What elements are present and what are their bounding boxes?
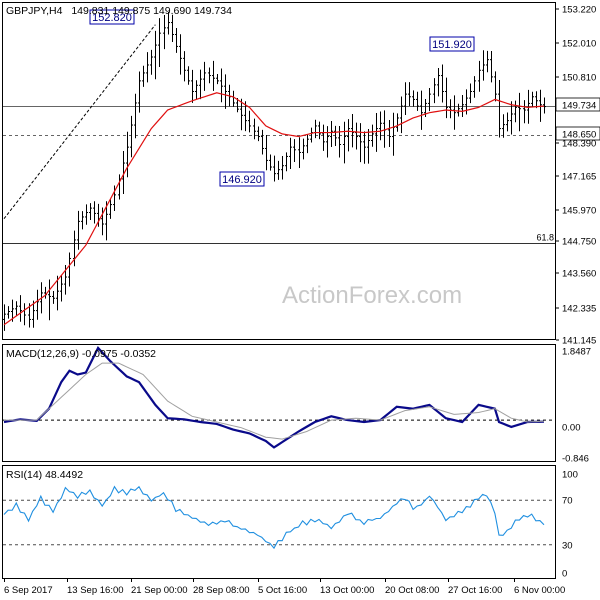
price-y-tick-label: 150.810 — [562, 73, 596, 84]
x-tick-label: 5 Oct 16:00 — [258, 585, 307, 596]
price-y-tick-label: 149.734 — [562, 101, 596, 112]
rsi-y-tick-label: 30 — [562, 541, 573, 552]
price-y-tick-label: 152.010 — [562, 39, 596, 50]
x-tick-label: 13 Oct 00:00 — [320, 585, 374, 596]
ohlc-values: 149.831 149.875 149.690 149.734 — [71, 5, 232, 17]
x-tick-label: 20 Oct 08:00 — [385, 585, 439, 596]
x-tick-label: 27 Oct 16:00 — [448, 585, 502, 596]
price-y-tick-label: 144.750 — [562, 237, 596, 248]
price-y-tick-label: 143.560 — [562, 269, 596, 280]
rsi-title: RSI(14) 48.4492 — [6, 469, 83, 481]
rsi-y-tick-label: 0 — [562, 569, 567, 580]
x-tick-label: 6 Sep 2017 — [4, 585, 53, 596]
macd-y-tick-label: 1.8487 — [562, 347, 591, 358]
forex-chart: ActionForex.com 61.8152.820151.920146.92… — [0, 0, 600, 600]
price-annotation-label: 151.920 — [432, 39, 472, 51]
x-tick-label: 28 Sep 08:00 — [193, 585, 250, 596]
macd-title: MACD(12,26,9) -0.0975 -0.0352 — [6, 348, 156, 360]
price-y-tick-label: 141.145 — [562, 336, 596, 347]
price-y-tick-label: 145.970 — [562, 206, 596, 217]
x-tick-label: 6 Nov 00:00 — [514, 585, 565, 596]
rsi-y-tick-label: 70 — [562, 496, 573, 507]
watermark: ActionForex.com — [282, 282, 462, 309]
macd-y-tick-label: -0.846 — [562, 454, 589, 465]
price-y-tick-label: 153.220 — [562, 5, 596, 16]
fib-level-label: 61.8 — [536, 233, 554, 243]
chart-header: GBPJPY,H4 149.831 149.875 149.690 149.73… — [6, 5, 232, 17]
price-y-tick-label: 148.390 — [562, 139, 596, 150]
macd-y-tick-label: 0.00 — [562, 423, 581, 434]
x-tick-label: 21 Sep 00:00 — [131, 585, 188, 596]
price-annotation-label: 146.920 — [222, 174, 262, 186]
rsi-y-tick-label: 100 — [562, 470, 578, 481]
price-y-tick-label: 142.335 — [562, 304, 596, 315]
x-tick-label: 13 Sep 16:00 — [67, 585, 124, 596]
price-y-tick-label: 147.165 — [562, 172, 596, 183]
symbol-label: GBPJPY,H4 — [6, 5, 63, 17]
